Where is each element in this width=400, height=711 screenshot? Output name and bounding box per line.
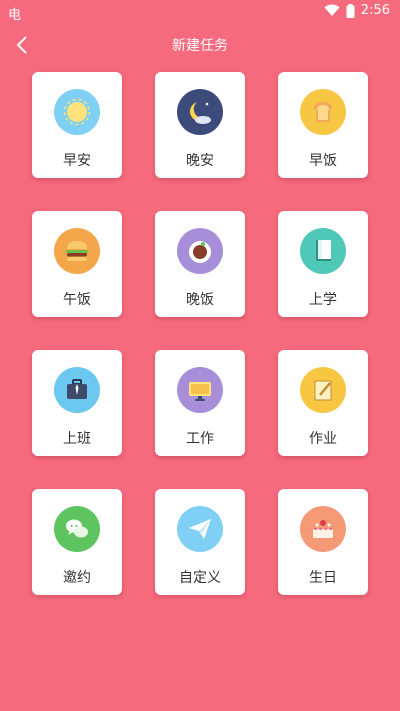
task-card-homework[interactable]: 作业 [278,350,368,456]
task-card-birthday[interactable]: 生日 [278,489,368,595]
task-card-lunch[interactable]: 午饭 [32,211,122,317]
task-label: 早饭 [309,153,337,169]
task-label: 晚安 [186,153,214,169]
task-card-go-to-work[interactable]: 上班 [32,350,122,456]
briefcase-icon [54,367,100,413]
homework-icon [300,367,346,413]
chat-icon [54,506,100,552]
task-label: 生日 [309,570,337,586]
page-title: 新建任务 [172,38,228,54]
task-label: 工作 [186,431,214,447]
task-label: 早安 [63,153,91,169]
task-label: 邀约 [63,570,91,586]
paper-plane-icon [177,506,223,552]
book-icon [300,228,346,274]
task-card-custom[interactable]: 自定义 [155,489,245,595]
task-label: 午饭 [63,292,91,308]
task-label: 上学 [309,292,337,308]
cake-icon [300,506,346,552]
task-label: 晚饭 [186,292,214,308]
task-card-good-night[interactable]: 晚安 [155,72,245,178]
task-card-dinner[interactable]: 晚饭 [155,211,245,317]
status-bar: 电 2:56 [0,0,400,24]
task-card-breakfast[interactable]: 早饭 [278,72,368,178]
wifi-icon [324,4,340,16]
status-time: 2:56 [360,3,390,18]
sun-icon [54,89,100,135]
task-grid: 早安 晚安 早饭 午饭 晚饭 上学 上班 工作 作业 邀约 自定义 生日 [32,72,368,595]
dinner-plate-icon [177,228,223,274]
task-card-school[interactable]: 上学 [278,211,368,317]
monitor-icon [177,367,223,413]
battery-icon [346,3,355,18]
task-card-good-morning[interactable]: 早安 [32,72,122,178]
burger-icon [54,228,100,274]
moon-icon [177,89,223,135]
toast-icon [300,89,346,135]
task-label: 上班 [63,431,91,447]
task-card-work[interactable]: 工作 [155,350,245,456]
task-card-invitation[interactable]: 邀约 [32,489,122,595]
header: 新建任务 [0,28,400,62]
task-label: 自定义 [179,570,221,586]
notification-icon: 电 [8,8,22,23]
task-label: 作业 [309,431,337,447]
